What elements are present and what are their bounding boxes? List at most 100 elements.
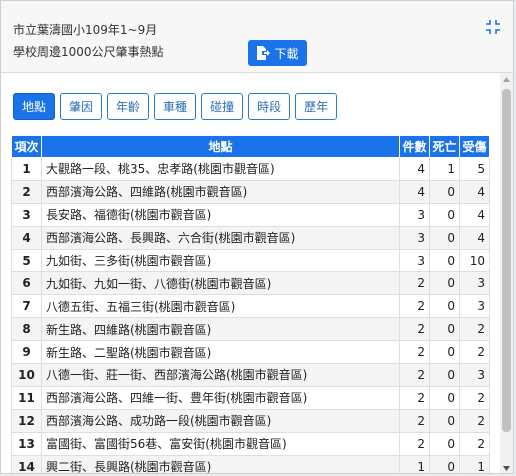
row-injuries: 2 <box>459 431 490 456</box>
row-count: 2 <box>399 385 430 410</box>
row-location: 長安路、福德街(桃園市觀音區) <box>41 202 400 227</box>
row-deaths: 0 <box>429 225 460 250</box>
row-count: 2 <box>399 340 430 365</box>
row-injuries: 3 <box>459 363 490 387</box>
table-row[interactable]: 12 西部濱海公路、成功路一段(桃園市觀音區) 2 0 2 <box>11 408 490 433</box>
row-index: 8 <box>11 317 42 342</box>
compress-icon[interactable] <box>484 18 502 36</box>
row-deaths: 0 <box>429 294 460 319</box>
row-index: 4 <box>11 225 42 250</box>
row-deaths: 0 <box>429 317 460 342</box>
row-index: 3 <box>11 202 42 227</box>
row-deaths: 0 <box>429 363 460 387</box>
table-row[interactable]: 2 西部濱海公路、四維路(桃園市觀音區) 4 0 4 <box>11 179 490 204</box>
row-count: 4 <box>399 179 430 204</box>
panel-body: 地點 肇因 年齡 車種 碰撞 時段 歷年 項次 地點 件數 死亡 受傷 1 大觀路一段、桃35、忠孝路… <box>1 73 499 473</box>
row-injuries: 2 <box>459 340 490 365</box>
table-row[interactable]: 1 大觀路一段、桃35、忠孝路(桃園市觀音區) 4 1 5 <box>11 157 490 181</box>
table-row[interactable]: 3 長安路、福德街(桃園市觀音區) 3 0 4 <box>11 202 490 227</box>
category-tabs: 地點 肇因 年齡 車種 碰撞 時段 歷年 <box>13 93 338 120</box>
row-count: 2 <box>399 363 430 387</box>
table-header: 項次 地點 件數 死亡 受傷 <box>11 135 490 158</box>
scroll-up-arrow-icon[interactable] <box>500 73 513 86</box>
tab-3[interactable]: 車種 <box>154 93 197 120</box>
row-deaths: 0 <box>429 454 460 473</box>
vertical-scrollbar[interactable] <box>500 73 513 473</box>
row-count: 4 <box>399 157 430 181</box>
download-label: 下載 <box>274 46 299 61</box>
row-index: 12 <box>11 408 42 433</box>
table-row[interactable]: 5 九如街、三多街(桃園市觀音區) 3 0 10 <box>11 248 490 273</box>
tab-1[interactable]: 肇因 <box>60 93 103 120</box>
row-index: 5 <box>11 248 42 273</box>
table-row[interactable]: 10 八德一街、莊一街、西部濱海公路(桃園市觀音區) 2 0 3 <box>11 363 490 387</box>
row-injuries: 4 <box>459 225 490 250</box>
row-injuries: 4 <box>459 179 490 204</box>
row-deaths: 0 <box>429 385 460 410</box>
scroll-down-arrow-icon[interactable] <box>500 462 513 473</box>
row-index: 9 <box>11 340 42 365</box>
row-injuries: 3 <box>459 294 490 319</box>
row-location: 富國街、富國街56巷、富安街(桃園市觀音區) <box>41 431 400 456</box>
row-location: 九如街、九如一街、八德街(桃園市觀音區) <box>41 271 400 296</box>
column-header[interactable]: 地點 <box>41 135 400 158</box>
panel-header: 市立葉濤國小109年1~9月 學校周邊1000公尺肇事熱點 下載 <box>1 1 513 73</box>
row-count: 2 <box>399 408 430 433</box>
tab-2[interactable]: 年齡 <box>107 93 150 120</box>
table-row[interactable]: 8 新生路、四維路(桃園市觀音區) 2 0 2 <box>11 317 490 342</box>
row-deaths: 1 <box>429 157 460 181</box>
panel-title-line2: 學校周邊1000公尺肇事熱點 <box>13 45 164 59</box>
row-deaths: 0 <box>429 340 460 365</box>
row-deaths: 0 <box>429 431 460 456</box>
row-index: 6 <box>11 271 42 296</box>
row-location: 八德一街、莊一街、西部濱海公路(桃園市觀音區) <box>41 363 400 387</box>
row-injuries: 4 <box>459 202 490 227</box>
column-header[interactable]: 項次 <box>11 135 42 158</box>
row-location: 新生路、二聖路(桃園市觀音區) <box>41 340 400 365</box>
row-injuries: 2 <box>459 317 490 342</box>
table-row[interactable]: 11 西部濱海公路、四維一街、豊年街(桃園市觀音區) 2 0 2 <box>11 385 490 410</box>
row-count: 3 <box>399 202 430 227</box>
column-header[interactable]: 受傷 <box>459 135 490 158</box>
table-row[interactable]: 13 富國街、富國街56巷、富安街(桃園市觀音區) 2 0 2 <box>11 431 490 456</box>
row-deaths: 0 <box>429 179 460 204</box>
row-location: 九如街、三多街(桃園市觀音區) <box>41 248 400 273</box>
table-row[interactable]: 14 興二街、長興路(桃園市觀音區) 1 0 1 <box>11 454 490 473</box>
row-index: 11 <box>11 385 42 410</box>
row-deaths: 0 <box>429 202 460 227</box>
tab-4[interactable]: 碰撞 <box>201 93 244 120</box>
tab-5[interactable]: 時段 <box>248 93 291 120</box>
row-deaths: 0 <box>429 408 460 433</box>
row-index: 1 <box>11 157 42 181</box>
row-index: 10 <box>11 363 42 387</box>
row-index: 2 <box>11 179 42 204</box>
column-header[interactable]: 件數 <box>399 135 430 158</box>
row-location: 八德五街、五福三街(桃園市觀音區) <box>41 294 400 319</box>
row-injuries: 1 <box>459 454 490 473</box>
column-header[interactable]: 死亡 <box>429 135 460 158</box>
tab-0[interactable]: 地點 <box>13 93 56 120</box>
table-row[interactable]: 6 九如街、九如一街、八德街(桃園市觀音區) 2 0 3 <box>11 271 490 296</box>
row-deaths: 0 <box>429 248 460 273</box>
row-injuries: 3 <box>459 271 490 296</box>
row-location: 西部濱海公路、成功路一段(桃園市觀音區) <box>41 408 400 433</box>
row-count: 2 <box>399 271 430 296</box>
row-count: 1 <box>399 454 430 473</box>
row-location: 新生路、四維路(桃園市觀音區) <box>41 317 400 342</box>
hotspot-table: 項次 地點 件數 死亡 受傷 1 大觀路一段、桃35、忠孝路(桃園市觀音區) 4 1 5 2 西部濱… <box>11 135 490 473</box>
row-count: 3 <box>399 248 430 273</box>
row-index: 13 <box>11 431 42 456</box>
download-button[interactable]: 下載 <box>248 40 307 66</box>
row-injuries: 2 <box>459 408 490 433</box>
table-row[interactable]: 9 新生路、二聖路(桃園市觀音區) 2 0 2 <box>11 340 490 365</box>
row-location: 興二街、長興路(桃園市觀音區) <box>41 454 400 473</box>
row-deaths: 0 <box>429 271 460 296</box>
row-location: 西部濱海公路、長興路、六合街(桃園市觀音區) <box>41 225 400 250</box>
table-row[interactable]: 7 八德五街、五福三街(桃園市觀音區) 2 0 3 <box>11 294 490 319</box>
scrollbar-thumb[interactable] <box>502 89 511 432</box>
tab-6[interactable]: 歷年 <box>295 93 338 120</box>
row-location: 西部濱海公路、四維一街、豊年街(桃園市觀音區) <box>41 385 400 410</box>
row-count: 3 <box>399 225 430 250</box>
panel-title-line1: 市立葉濤國小109年1~9月 <box>13 23 158 37</box>
table-row[interactable]: 4 西部濱海公路、長興路、六合街(桃園市觀音區) 3 0 4 <box>11 225 490 250</box>
